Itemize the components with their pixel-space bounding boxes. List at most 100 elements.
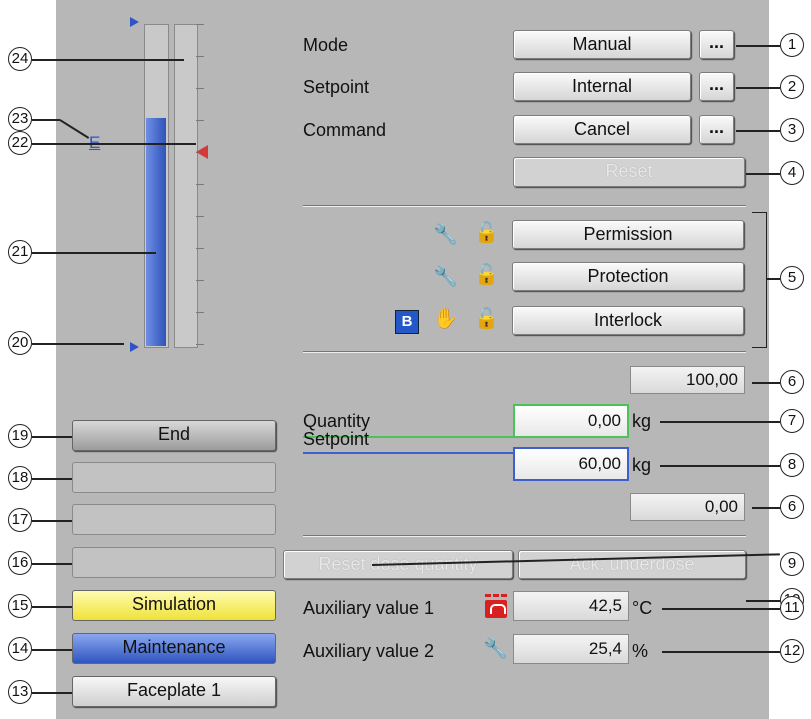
leader-6a [752,382,780,384]
aux1-label: Auxiliary value 1 [303,598,435,618]
setpoint-source-label: Setpoint [303,77,370,97]
dose-setpoint-unit: kg [632,455,652,475]
callout-3: 3 [780,118,804,142]
callout-16: 16 [8,551,32,575]
interlock-lock-icon: 🔓 [474,308,499,330]
setpoint-marker-icon [196,145,208,159]
status-slot-17 [72,504,276,535]
mode-more-button[interactable]: ... [699,30,734,59]
aux2-wrench-icon: 🔧 [483,638,508,660]
limit-track [174,24,198,348]
separator-2 [303,351,746,352]
callout-12: 12 [780,639,804,663]
heater-icon-top [485,594,507,602]
high-limit-value: 100,00 [630,366,745,394]
dose-setpoint-label: Setpoint [303,429,370,449]
leader-3 [736,130,780,132]
simulation-button[interactable]: Simulation [72,590,276,621]
callout-11: 11 [780,596,804,620]
callout-20: 20 [8,331,32,355]
callout-22: 22 [8,131,32,155]
quantity-value: 0,00 [513,404,629,438]
callout-9: 9 [780,552,804,576]
leader-5 [766,278,780,280]
callout-17: 17 [8,508,32,532]
leader-4 [746,173,780,175]
callout-14: 14 [8,637,32,661]
aux1-unit: °C [632,598,653,618]
callout-8: 8 [780,453,804,477]
callout-18: 18 [8,466,32,490]
leader-10 [746,600,780,602]
leader-12 [662,651,780,653]
command-label: Command [303,120,387,140]
protection-button[interactable]: Protection [512,262,744,291]
command-more-button[interactable]: ... [699,115,734,144]
permission-lock-icon: 🔓 [474,222,499,244]
aux2-label: Auxiliary value 2 [303,641,435,661]
maintenance-button[interactable]: Maintenance [72,633,276,664]
interlock-button[interactable]: Interlock [512,306,744,335]
callout-13: 13 [8,680,32,704]
permission-wrench-icon: 🔧 [433,224,458,246]
callout-21: 21 [8,240,32,264]
heater-icon [481,592,511,620]
leader-17 [32,520,72,522]
dose-setpoint-input[interactable]: 60,00 [513,447,629,481]
bottom-marker-icon [130,342,139,352]
setpoint-source-button[interactable]: Internal [513,72,691,101]
callout-19: 19 [8,424,32,448]
leader-19 [32,436,72,438]
leader-7 [660,421,780,423]
callout-6-high: 6 [780,370,804,394]
leader-1 [736,45,780,47]
end-status-button[interactable]: End [72,420,276,451]
leader-23 [32,119,60,121]
callout-24: 24 [8,47,32,71]
bracket-5 [752,212,767,348]
dose-setpoint-underline [303,452,515,454]
callout-6-low: 6 [780,495,804,519]
permission-button[interactable]: Permission [512,220,744,249]
leader-2 [736,87,780,89]
bypass-badge: B [395,310,419,334]
leader-21 [32,252,156,254]
top-marker-icon [130,17,139,27]
callout-15: 15 [8,594,32,618]
leader-15 [32,606,72,608]
aux2-unit: % [632,641,649,661]
interlock-hand-icon: ✋ [433,308,458,330]
bar-fill [146,118,166,346]
reset-button[interactable]: Reset [513,157,745,187]
leader-8 [660,465,780,467]
status-slot-18 [72,462,276,493]
aux2-value: 25,4 [513,634,629,664]
faceplate-button[interactable]: Faceplate 1 [72,676,276,707]
callout-2: 2 [780,75,804,99]
mode-button[interactable]: Manual [513,30,691,59]
protection-wrench-icon: 🔧 [433,266,458,288]
aux1-value: 42,5 [513,591,629,621]
leader-6b [752,507,780,509]
leader-22 [32,143,196,145]
low-limit-value: 0,00 [630,493,745,521]
quantity-unit: kg [632,411,652,431]
callout-7: 7 [780,409,804,433]
command-button[interactable]: Cancel [513,115,691,144]
leader-14 [32,649,72,651]
separator-1 [303,205,746,206]
setpoint-more-button[interactable]: ... [699,72,734,101]
callout-4: 4 [780,161,804,185]
leader-11 [662,608,780,610]
callout-5: 5 [780,266,804,290]
callout-1: 1 [780,33,804,57]
callout-23: 23 [8,107,32,131]
separator-3 [303,535,746,536]
leader-24 [32,59,184,61]
leader-20 [32,343,124,345]
leader-18 [32,478,72,480]
scale-ticks [196,24,204,346]
heater-icon-wave [490,604,506,614]
status-slot-16 [72,547,276,578]
leader-16 [32,563,72,565]
